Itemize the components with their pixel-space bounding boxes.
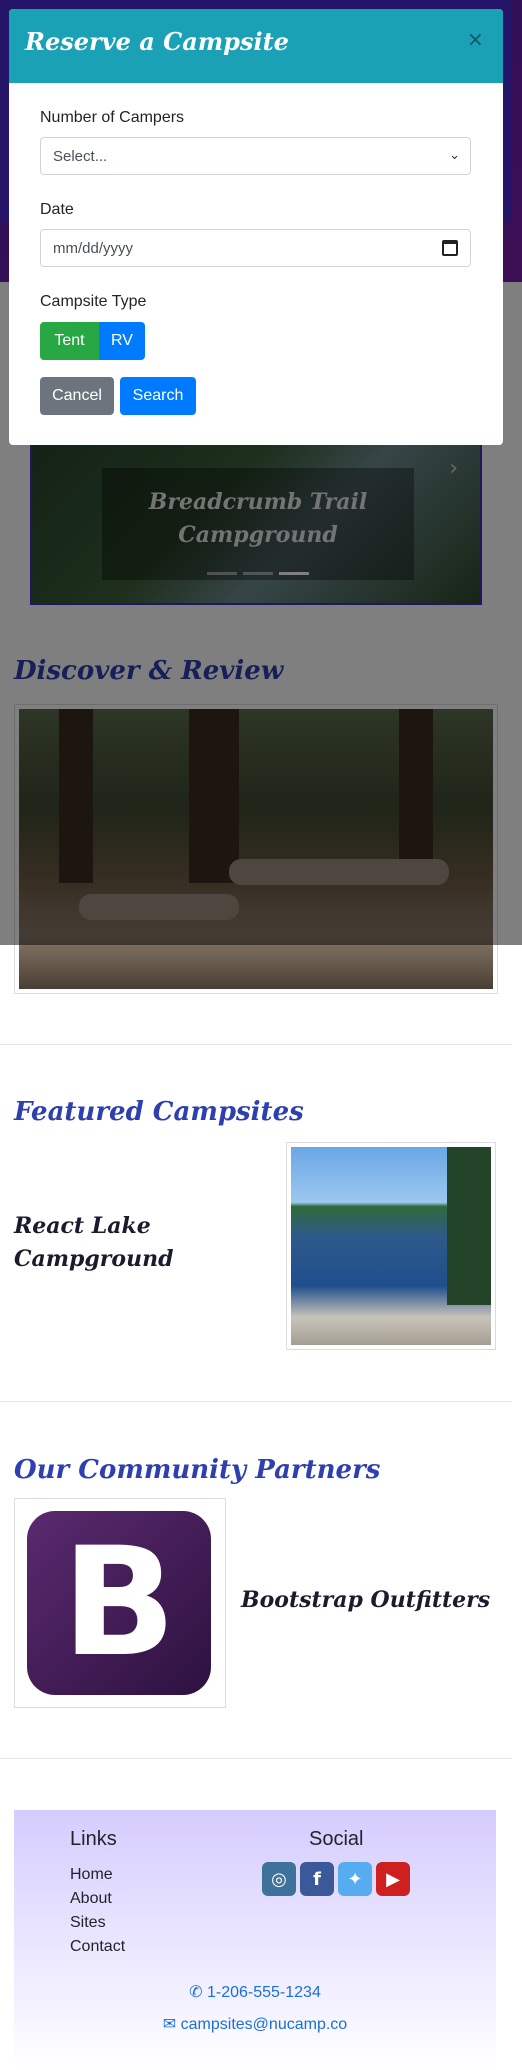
partner-logo-card: B: [14, 1498, 226, 1708]
search-button[interactable]: Search: [120, 377, 196, 415]
youtube-icon[interactable]: ▶: [376, 1862, 410, 1896]
footer-link-home[interactable]: Home: [70, 1866, 113, 1884]
tent-toggle-button[interactable]: Tent: [40, 322, 99, 360]
divider: [0, 1044, 512, 1045]
featured-heading: Featured Campsites: [14, 1097, 304, 1127]
campers-label: Number of Campers: [40, 109, 185, 126]
instagram-icon[interactable]: ◎: [262, 1862, 296, 1896]
campers-select[interactable]: Select... ⌄: [40, 137, 471, 175]
lake-image-card: [286, 1142, 496, 1350]
phone-icon: ✆: [189, 1984, 207, 2001]
footer: Links Home About Sites Contact Social ◎ …: [14, 1810, 496, 2070]
campsite-type-label: Campsite Type: [40, 293, 147, 310]
bootstrap-logo: B: [27, 1511, 211, 1695]
facebook-icon[interactable]: f: [300, 1862, 334, 1896]
cancel-button[interactable]: Cancel: [40, 377, 114, 415]
footer-link-about[interactable]: About: [70, 1890, 112, 1908]
featured-title: React Lake Campground: [14, 1213, 174, 1272]
footer-social-heading: Social: [309, 1828, 364, 1850]
lake-image: [291, 1147, 491, 1345]
email-address[interactable]: campsites@nucamp.co: [181, 2016, 348, 2033]
partners-heading: Our Community Partners: [14, 1455, 381, 1485]
modal-header: Reserve a Campsite ×: [9, 9, 503, 83]
divider: [0, 1401, 512, 1402]
footer-email[interactable]: ✉ campsites@nucamp.co: [14, 2014, 496, 2034]
footer-phone[interactable]: ✆ 1-206-555-1234: [14, 1982, 496, 2002]
twitter-icon[interactable]: ✦: [338, 1862, 372, 1896]
envelope-icon: ✉: [162, 2016, 181, 2033]
date-label: Date: [40, 201, 74, 218]
close-icon[interactable]: ×: [467, 27, 484, 51]
partner-name: Bootstrap Outfitters: [241, 1587, 491, 1613]
rv-toggle-button[interactable]: RV: [99, 322, 145, 360]
divider: [0, 1758, 512, 1759]
chevron-down-icon: ⌄: [449, 147, 460, 162]
date-input[interactable]: mm/dd/yyyy: [40, 229, 471, 267]
footer-links-heading: Links: [70, 1828, 117, 1850]
phone-number[interactable]: 1-206-555-1234: [207, 1984, 321, 2001]
footer-link-contact[interactable]: Contact: [70, 1938, 125, 1956]
campers-select-value: Select...: [53, 147, 108, 165]
modal-title: Reserve a Campsite: [25, 27, 289, 56]
calendar-icon[interactable]: [442, 240, 458, 256]
reserve-campsite-modal: Reserve a Campsite × Number of Campers S…: [9, 9, 503, 445]
date-placeholder: mm/dd/yyyy: [53, 239, 134, 257]
footer-link-sites[interactable]: Sites: [70, 1914, 106, 1932]
